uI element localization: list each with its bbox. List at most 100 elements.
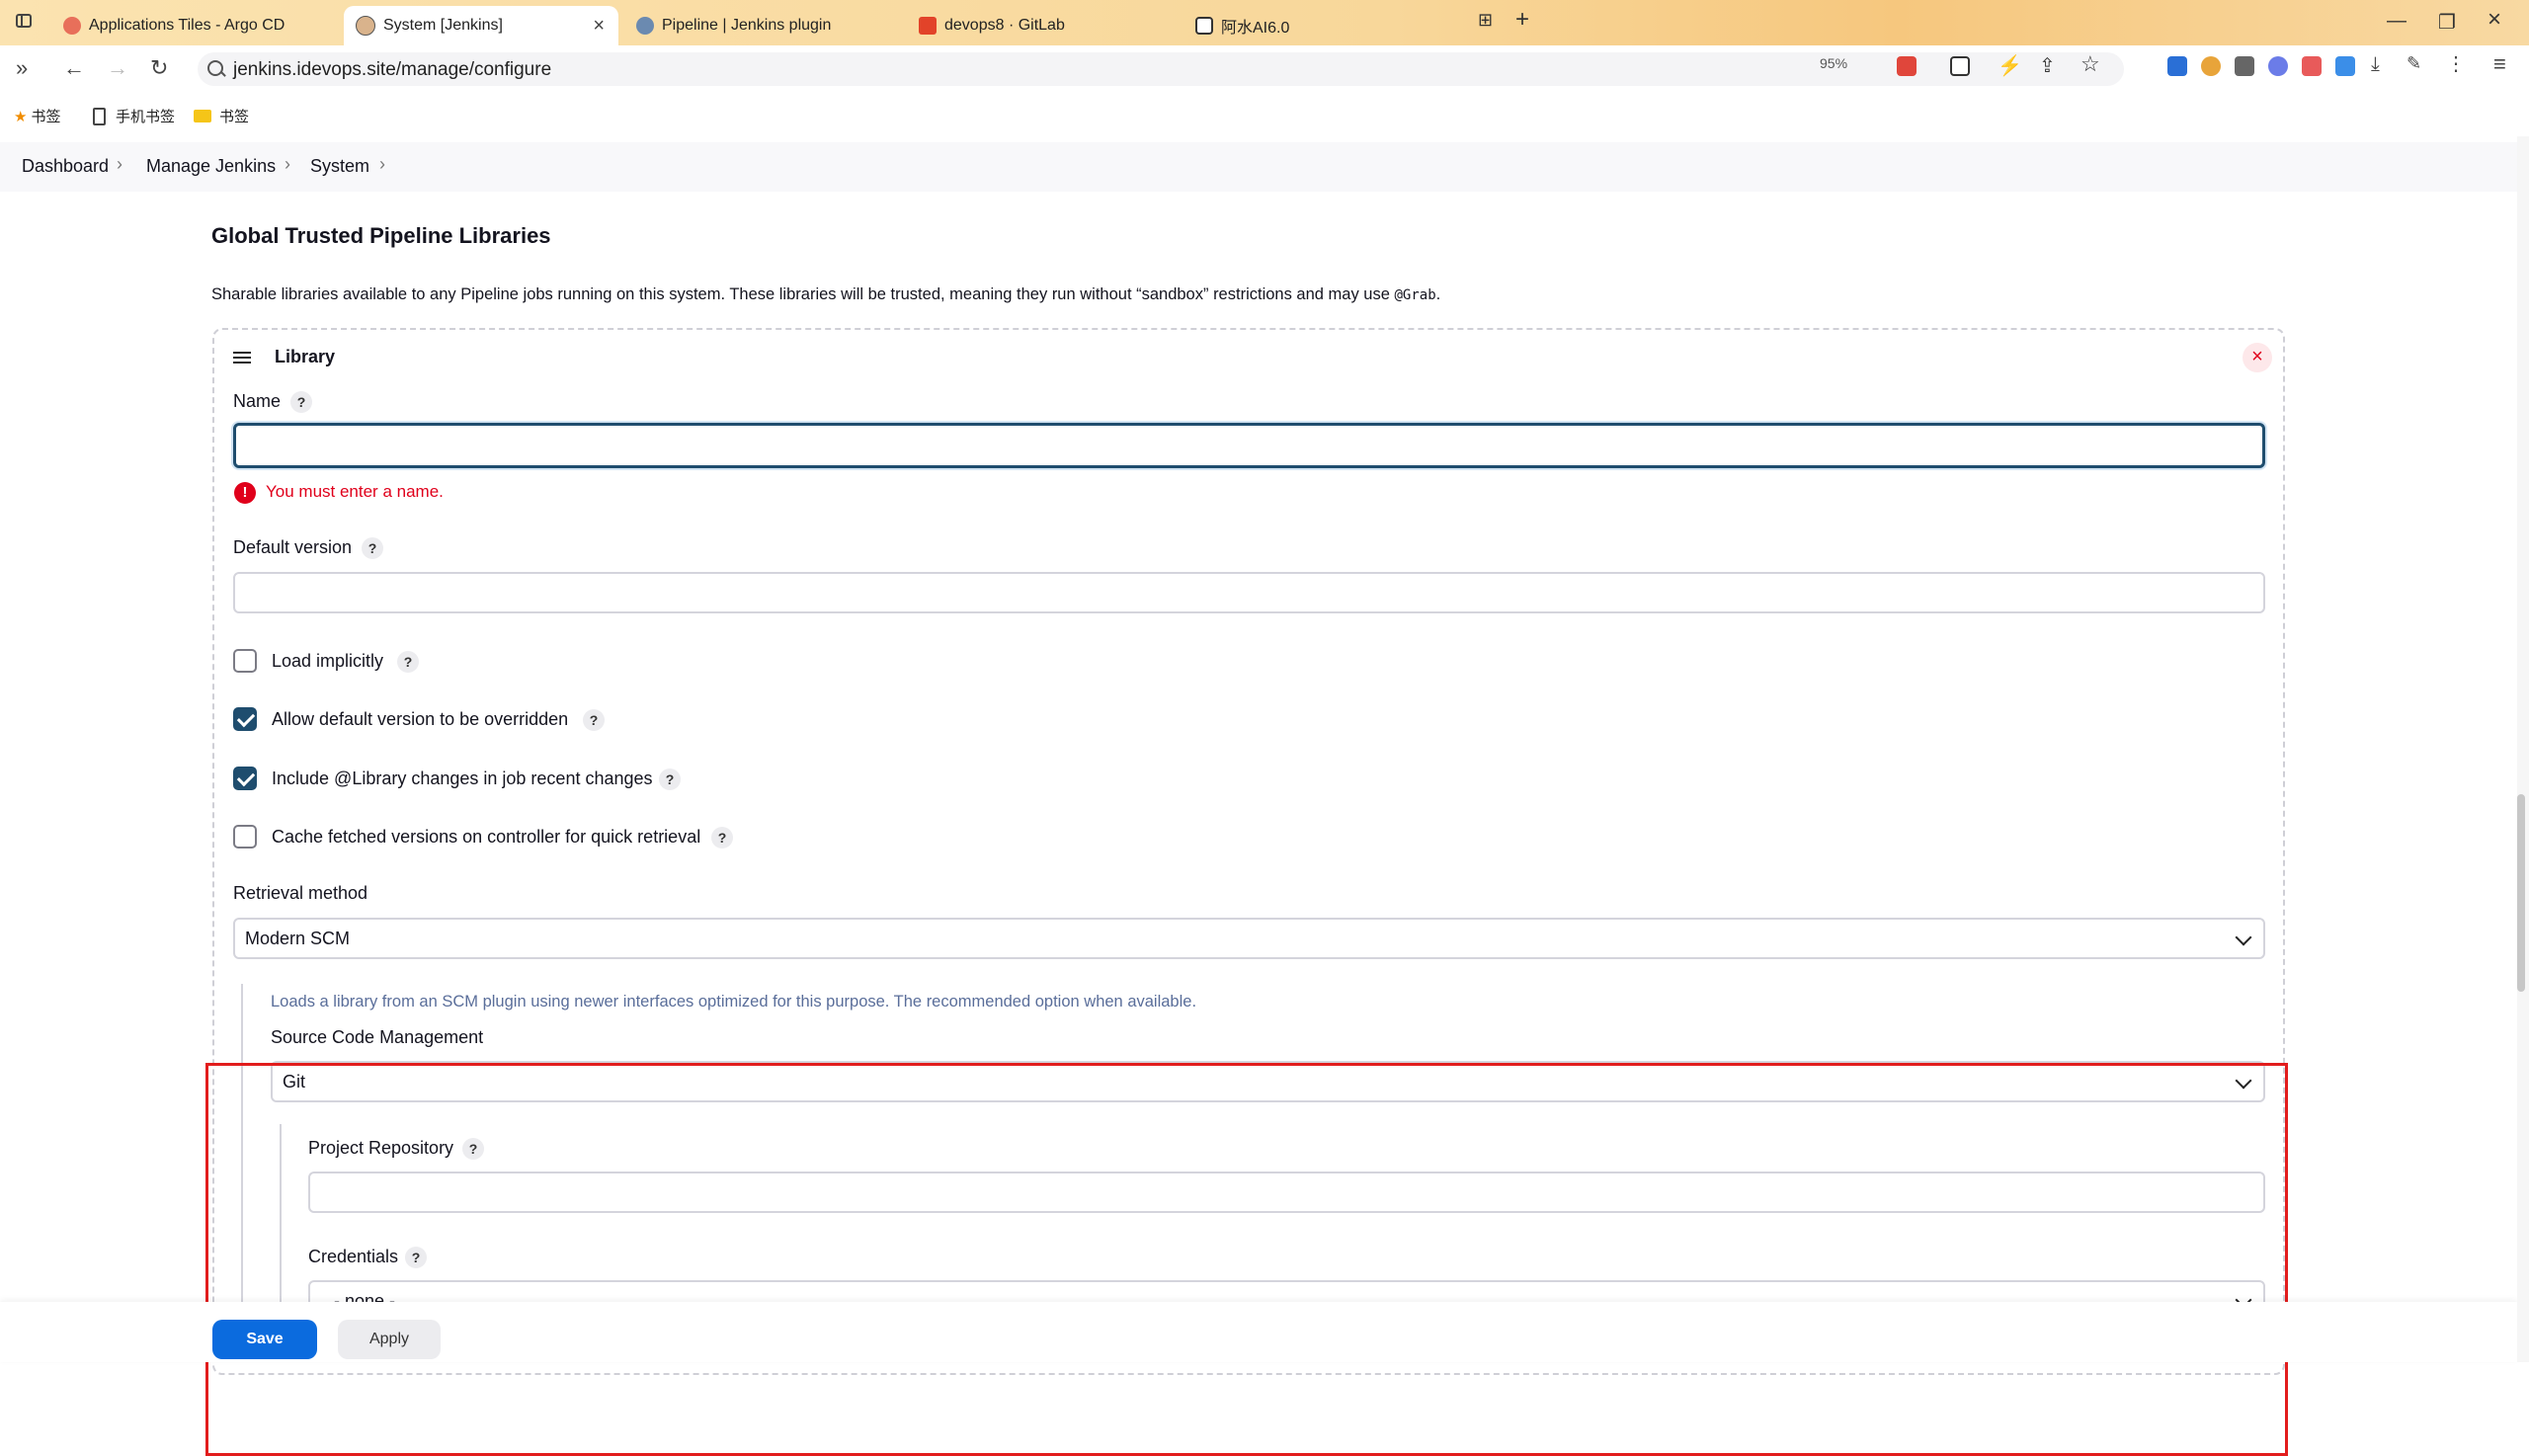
bookmark-item[interactable]: 书签 <box>194 106 249 126</box>
error-icon: ! <box>234 482 256 504</box>
load-implicitly-checkbox[interactable] <box>233 649 257 673</box>
default-version-label: Default version <box>233 537 353 557</box>
load-implicitly-label: Load implicitly <box>272 651 384 671</box>
name-label: Name <box>233 391 282 411</box>
help-icon[interactable]: ? <box>711 827 733 849</box>
breadcrumb-system[interactable]: System <box>310 156 369 177</box>
lightning-icon[interactable]: ⚡ <box>1998 53 2022 77</box>
download-icon[interactable]: ⤓ <box>2371 53 2391 75</box>
scrollbar-thumb[interactable] <box>2517 794 2525 992</box>
star-icon: ★ <box>14 108 28 125</box>
save-button[interactable]: Save <box>212 1320 317 1359</box>
more-icon[interactable]: ⋮ <box>2446 51 2466 75</box>
tab-ai[interactable]: 阿水AI6.0 <box>1183 6 1460 45</box>
include-changes-checkbox[interactable] <box>233 767 257 790</box>
description-text: Sharable libraries available to any Pipe… <box>211 285 1395 303</box>
tab-title: 阿水AI6.0 <box>1221 20 1290 37</box>
sidebar-toggle-icon[interactable] <box>16 14 32 28</box>
retrieval-method-value: Modern SCM <box>245 929 351 948</box>
jenkins-favicon-icon <box>356 16 375 36</box>
main-content: Global Trusted Pipeline Libraries Sharab… <box>0 192 2517 1456</box>
extension-4-icon[interactable] <box>2268 56 2288 76</box>
allow-override-label: Allow default version to be overridden <box>272 709 569 729</box>
default-version-input[interactable] <box>233 572 2265 613</box>
page-section-title: Global Trusted Pipeline Libraries <box>211 223 551 248</box>
tab-title: Pipeline | Jenkins plugin <box>662 17 832 34</box>
allow-override-checkbox[interactable] <box>233 707 257 731</box>
ai-favicon-icon <box>1195 17 1213 35</box>
reload-icon[interactable]: ↻ <box>150 55 168 81</box>
search-icon <box>207 60 223 76</box>
tab-title: System [Jenkins] <box>383 17 503 34</box>
breadcrumb-manage-jenkins[interactable]: Manage Jenkins <box>146 156 276 177</box>
share-icon[interactable]: ⇪ <box>2039 53 2059 77</box>
minimize-icon[interactable]: — <box>2387 10 2407 33</box>
breadcrumb: Dashboard › Manage Jenkins › System › <box>0 142 2517 192</box>
breadcrumb-separator-icon: › <box>379 154 385 174</box>
name-input[interactable] <box>233 423 2265 468</box>
browser-tab-bar: Applications Tiles - Argo CD System [Jen… <box>0 0 2529 45</box>
back-icon[interactable]: ← <box>63 55 85 81</box>
drag-handle-icon[interactable] <box>233 352 251 364</box>
favorite-star-icon[interactable]: ☆ <box>2080 51 2100 76</box>
help-icon[interactable]: ? <box>397 651 419 673</box>
bookmark-label: 书签 <box>219 109 250 125</box>
bookmark-item[interactable]: ★ 书签 <box>14 106 60 126</box>
cache-versions-label: Cache fetched versions on controller for… <box>272 827 701 847</box>
argo-cd-favicon-icon <box>63 17 81 35</box>
breadcrumb-dashboard[interactable]: Dashboard <box>22 156 109 177</box>
extension-6-icon[interactable] <box>2335 56 2355 76</box>
restore-icon[interactable]: ❐ <box>2438 10 2456 35</box>
cache-versions-checkbox[interactable] <box>233 825 257 849</box>
phone-icon <box>93 107 106 125</box>
retrieval-method-label: Retrieval method <box>233 883 368 903</box>
reader-icon[interactable] <box>1897 56 1917 76</box>
breadcrumb-separator-icon: › <box>117 154 122 174</box>
highlight-box <box>205 1063 2288 1456</box>
tab-title: devops8 · GitLab <box>944 17 1065 34</box>
extension-3-icon[interactable] <box>2235 56 2254 76</box>
tab-jenkins-system[interactable]: System [Jenkins] × <box>344 6 618 45</box>
breadcrumb-separator-icon: › <box>285 154 290 174</box>
translate-icon[interactable] <box>1950 56 1970 76</box>
gitlab-favicon-icon <box>919 17 937 35</box>
pen-icon[interactable]: ✎ <box>2407 53 2426 73</box>
grab-code: @Grab <box>1394 287 1436 303</box>
address-bar-row: » ← → ↻ jenkins.idevops.site/manage/conf… <box>0 45 2529 93</box>
name-error-message: You must enter a name. <box>266 482 444 501</box>
menu-icon[interactable]: ≡ <box>2493 51 2513 76</box>
zoom-level[interactable]: 95% <box>1820 55 1847 71</box>
folder-icon <box>194 110 211 122</box>
help-icon[interactable]: ? <box>362 537 383 559</box>
page-scrollbar[interactable] <box>2517 136 2529 1362</box>
extension-5-icon[interactable] <box>2302 56 2322 76</box>
url-text: jenkins.idevops.site/manage/configure <box>233 59 552 80</box>
bookmark-label: 书签 <box>31 109 61 125</box>
retrieval-method-description: Loads a library from an SCM plugin using… <box>271 993 1197 1011</box>
expand-panel-icon[interactable]: » <box>16 55 28 81</box>
include-changes-label: Include @Library changes in job recent c… <box>272 768 653 788</box>
help-icon[interactable]: ? <box>290 391 312 413</box>
new-tab-icon[interactable]: + <box>1515 6 1529 34</box>
retrieval-method-select[interactable]: Modern SCM <box>233 918 2265 959</box>
forward-icon[interactable]: → <box>107 55 128 81</box>
tab-gitlab[interactable]: devops8 · GitLab <box>907 6 1183 45</box>
bottom-action-bar: Save Apply <box>0 1302 2517 1362</box>
close-tab-icon[interactable]: × <box>593 15 605 38</box>
tab-pipeline-plugin[interactable]: Pipeline | Jenkins plugin <box>624 6 901 45</box>
extension-2-icon[interactable] <box>2201 56 2221 76</box>
extension-1-icon[interactable] <box>2167 56 2187 76</box>
tab-grid-icon[interactable]: ⊞ <box>1478 10 1493 31</box>
apply-button[interactable]: Apply <box>338 1320 441 1359</box>
tab-argo-cd[interactable]: Applications Tiles - Argo CD <box>51 6 338 45</box>
bookmark-label: 手机书签 <box>116 109 176 125</box>
bookmark-item[interactable]: 手机书签 <box>93 106 175 126</box>
scm-label: Source Code Management <box>271 1027 484 1047</box>
description-end: . <box>1435 285 1441 303</box>
close-window-icon[interactable]: × <box>2488 6 2501 34</box>
library-title: Library <box>275 347 336 366</box>
help-icon[interactable]: ? <box>659 768 681 790</box>
delete-library-button[interactable]: × <box>2243 343 2272 372</box>
help-icon[interactable]: ? <box>583 709 605 731</box>
bookmarks-bar: ★ 书签 手机书签 书签 <box>0 93 2529 136</box>
